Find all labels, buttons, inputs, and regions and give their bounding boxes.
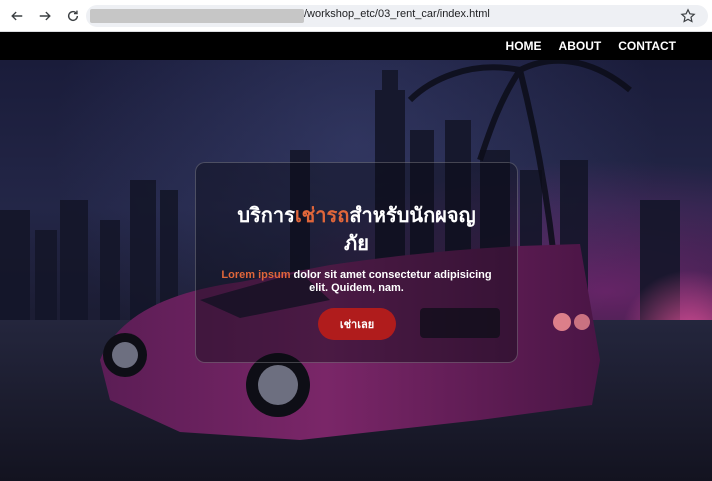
nav-home-link[interactable]: HOME [506, 39, 542, 53]
hero-title-part2: สำหรับนักผจญภัย [344, 203, 476, 255]
reload-icon [67, 10, 79, 21]
hero-card: บริการเช่ารถสำหรับนักผจญภัย Lorem ipsum … [195, 162, 518, 363]
hero-title-part1: บริการ [237, 203, 295, 227]
reload-button[interactable] [60, 3, 86, 29]
hero-title-accent: เช่ารถ [294, 203, 350, 227]
rent-now-button[interactable]: เช่าเลย [318, 308, 396, 340]
hero-title: บริการเช่ารถสำหรับนักผจญภัย [196, 201, 517, 257]
back-button[interactable] [4, 3, 30, 29]
forward-arrow-icon [39, 11, 51, 20]
back-arrow-icon [11, 11, 23, 20]
browser-toolbar: /workshop_etc/03_rent_car/index.html [0, 0, 712, 32]
forward-button[interactable] [32, 3, 58, 29]
nav-contact-link[interactable]: CONTACT [618, 39, 676, 53]
hero-tagline-accent: Lorem ipsum [221, 269, 291, 281]
hero-section: บริการเช่ารถสำหรับนักผจญภัย Lorem ipsum … [0, 60, 712, 481]
hero-tagline: Lorem ipsum dolor sit amet consectetur a… [196, 269, 517, 295]
address-bar[interactable]: /workshop_etc/03_rent_car/index.html [86, 5, 708, 27]
hero-tagline-text: dolor sit amet consectetur adipisicing e… [290, 269, 492, 294]
nav-about-link[interactable]: ABOUT [559, 39, 602, 53]
site-header: HOME ABOUT CONTACT [0, 32, 712, 60]
star-icon[interactable] [680, 8, 696, 24]
url-text: /workshop_etc/03_rent_car/index.html [304, 8, 490, 20]
url-redaction [90, 9, 304, 23]
